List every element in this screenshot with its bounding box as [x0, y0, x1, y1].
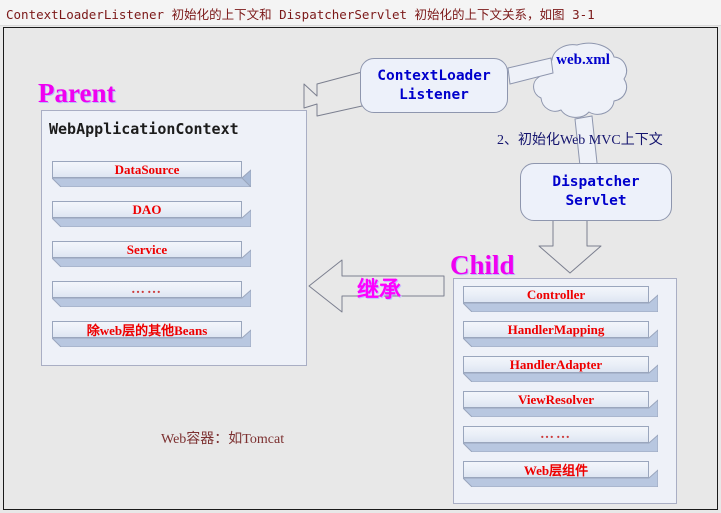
bar-face: HandlerAdapter — [463, 356, 649, 373]
bar-ellipsis-parent[interactable]: …… — [52, 281, 251, 307]
bar-label: HandlerMapping — [507, 321, 605, 337]
bar-face: 除web层的其他Beans — [52, 321, 242, 338]
bar-label: DAO — [132, 201, 162, 217]
web-xml-label: web.xml — [556, 52, 610, 68]
bar-face: …… — [52, 281, 242, 298]
dispatcher-servlet-label: Dispatcher Servlet — [552, 174, 640, 209]
dispatcher-servlet-box[interactable]: Dispatcher Servlet — [520, 163, 672, 221]
bar-controller[interactable]: Controller — [463, 286, 658, 312]
bar-label: Service — [126, 241, 168, 257]
diagram-canvas-inner: Parent WebApplicationContext DataSource — [4, 28, 717, 509]
parent-panel-label: WebApplicationContext — [49, 120, 239, 138]
bar-label: ViewResolver — [517, 391, 595, 407]
bar-face: ViewResolver — [463, 391, 649, 408]
bar-label: Web层组件 — [523, 463, 589, 478]
bar-viewresolver[interactable]: ViewResolver — [463, 391, 658, 417]
bar-label: Controller — [526, 286, 586, 302]
web-xml-cloud[interactable]: web.xml — [534, 38, 632, 124]
diagram-canvas: Parent WebApplicationContext DataSource — [3, 27, 718, 510]
bar-label: HandlerAdapter — [509, 356, 603, 372]
diagram-page: ContextLoaderListener 初始化的上下文和 Dispatche… — [0, 0, 721, 513]
bar-label: …… — [131, 281, 163, 297]
inheritance-label: 继承 — [357, 277, 402, 302]
bar-label: DataSource — [114, 161, 180, 177]
bar-service[interactable]: Service — [52, 241, 251, 267]
bar-handleradapter[interactable]: HandlerAdapter — [463, 356, 658, 382]
bar-face: DAO — [52, 201, 242, 218]
bar-face: HandlerMapping — [463, 321, 649, 338]
bar-label: 除web层的其他Beans — [86, 323, 208, 338]
bar-face: Controller — [463, 286, 649, 303]
bar-face: DataSource — [52, 161, 242, 178]
bar-other-beans[interactable]: 除web层的其他Beans — [52, 321, 251, 347]
bar-ellipsis-child[interactable]: …… — [463, 426, 658, 452]
init-mvc-context-label: 2、初始化Web MVC上下文 — [497, 133, 663, 148]
bar-web-components[interactable]: Web层组件 — [463, 461, 658, 487]
parent-title: Parent — [38, 78, 116, 108]
bar-face: Service — [52, 241, 242, 258]
context-loader-listener-label: ContextLoader Listener — [377, 67, 491, 103]
bar-datasource[interactable]: DataSource — [52, 161, 251, 187]
bar-dao[interactable]: DAO — [52, 201, 251, 227]
web-container-label: Web容器：如Tomcat — [161, 432, 285, 447]
bar-face: …… — [463, 426, 649, 443]
child-title: Child — [450, 250, 515, 280]
caption-bar: ContextLoaderListener 初始化的上下文和 Dispatche… — [0, 0, 721, 26]
arrow-dispatcher-to-child — [538, 219, 602, 274]
bar-face: Web层组件 — [463, 461, 649, 478]
bar-handlermapping[interactable]: HandlerMapping — [463, 321, 658, 347]
bar-label: …… — [540, 426, 572, 442]
caption-text: ContextLoaderListener 初始化的上下文和 Dispatche… — [6, 7, 595, 22]
context-loader-listener-box[interactable]: ContextLoader Listener — [360, 58, 508, 113]
arrow-listener-to-parent — [303, 71, 363, 117]
